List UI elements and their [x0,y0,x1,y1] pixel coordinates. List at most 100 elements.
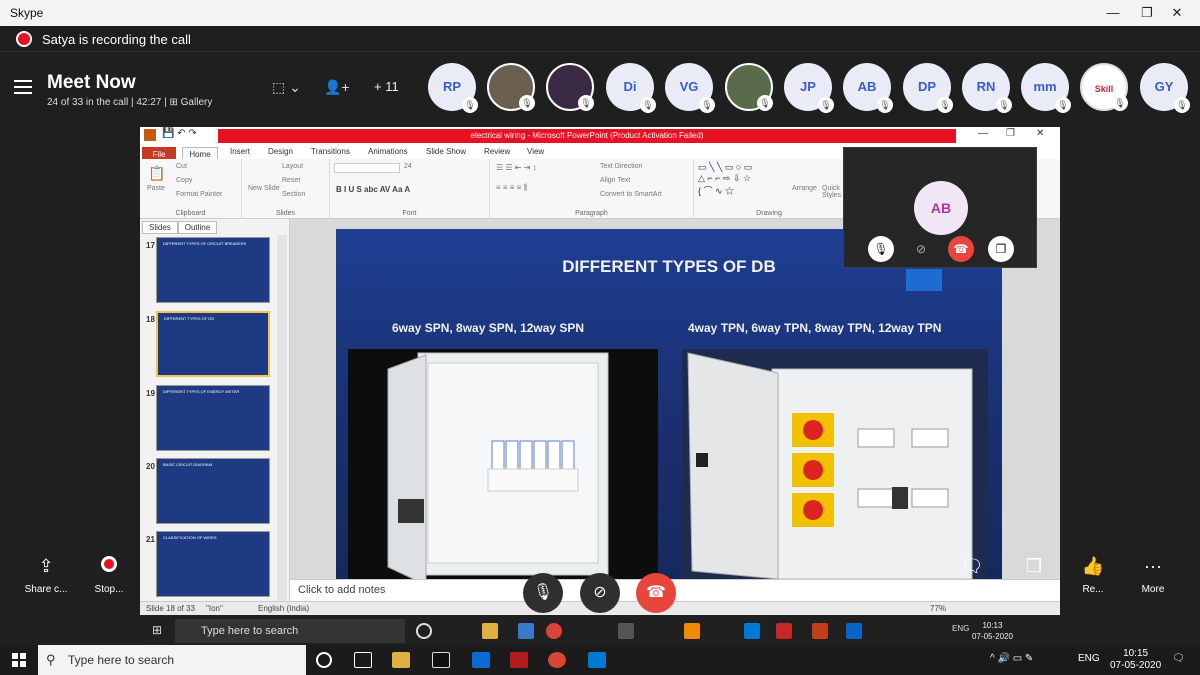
tab-animations[interactable]: Animations [368,147,408,156]
more-participants-button[interactable]: + 11 [374,79,399,94]
shapes-gallery-icon[interactable]: ▭ ╲ ╲ ▭ ○ ▭ △ ⌐ ⌐ ⇨ ⇩ ☆{ ⌒ ∿ ☆ [698,162,752,197]
slide-thumbnail[interactable]: CLASSIFICATION OF WIRES [156,531,270,597]
tab-slide-show[interactable]: Slide Show [426,147,466,156]
react-button[interactable]: 👍 Re... [1063,556,1123,595]
zoom-level[interactable]: 77% [930,604,946,613]
convert-smartart-button[interactable]: Convert to SmartArt [600,191,662,198]
section-button[interactable]: Section [282,191,305,198]
participant-avatar[interactable]: 🎙 [487,63,535,111]
chrome-icon[interactable] [548,652,566,668]
participant-avatar[interactable]: GY 🎙 [1140,63,1190,113]
copy-button[interactable]: Copy [176,177,192,184]
mic-icon[interactable]: 🎙 [868,236,894,262]
participant-avatar[interactable]: AB 🎙 [843,63,893,113]
close-button[interactable]: ✕ [1154,0,1200,26]
tab-view[interactable]: View [527,147,544,156]
task-view-icon[interactable] [354,652,372,668]
calculator-icon[interactable] [618,623,634,639]
cortana-icon[interactable] [316,652,332,668]
mute-button[interactable]: 🎙 [523,573,563,613]
participant-avatar[interactable]: mm 🎙 [1021,63,1071,113]
skype-taskbar-icon[interactable] [744,623,760,639]
tab-review[interactable]: Review [484,147,510,156]
popout-icon[interactable]: ❐ [988,236,1014,262]
quick-styles-button[interactable]: Quick Styles [822,185,844,199]
arrange-button[interactable]: Arrange [792,185,817,192]
powerpoint-taskbar-icon[interactable] [812,623,828,639]
participant-avatar[interactable]: RP 🎙 [428,63,478,113]
right-caption: 4way TPN, 6way TPN, 8way TPN, 12way TPN [688,321,942,335]
participant-avatar[interactable]: RN 🎙 [962,63,1012,113]
current-slide[interactable]: DIFFERENT TYPES OF DB 6way SPN, 8way SPN… [336,229,1002,589]
ppt-minimize-button[interactable]: — [978,128,988,139]
paste-icon[interactable]: 📋 [148,165,165,182]
file-explorer-icon[interactable] [482,623,498,639]
align-text-button[interactable]: Align Text [600,177,630,184]
participant-avatar[interactable]: 🎙 [725,63,773,111]
edge-icon[interactable] [846,623,862,639]
chrome-icon[interactable] [546,623,562,639]
add-participant-icon[interactable]: 👤+ [324,79,350,96]
share-screen-button[interactable]: ❐ Shar... [1004,556,1064,595]
format-painter-button[interactable]: Format Painter [176,191,222,198]
participant-avatar[interactable]: Skill 🎙 [1080,63,1128,111]
app-icon[interactable] [510,652,528,668]
participant-avatar[interactable]: VG 🎙 [665,63,715,113]
language-indicator[interactable]: ENG [1078,653,1100,664]
cortana-icon[interactable] [416,623,432,639]
slide-thumbnail[interactable]: DIFFERENT TYPES OF ENERGY METER [156,385,270,451]
layout-button[interactable]: Layout [282,163,303,170]
slide-thumbnail[interactable]: BASIC CIRCUIT DIAGRAM [156,458,270,524]
tab-insert[interactable]: Insert [230,147,250,156]
mail-icon[interactable] [472,652,490,668]
taskbar-clock[interactable]: 10:15 07-05-2020 [1110,648,1161,672]
save-icon[interactable]: 💾 ↶ ↷ [162,128,197,139]
participant-avatar[interactable]: JP 🎙 [784,63,834,113]
stop-recording-button[interactable]: Stop... [79,556,139,595]
cut-button[interactable]: Cut [176,163,187,170]
vlc-icon[interactable] [684,623,700,639]
slide-thumbnail-selected[interactable]: DIFFERENT TYPES OF DB [156,311,270,377]
taskbar-search-box[interactable]: Type here to search [38,645,306,675]
list-icons[interactable]: ☰ ☰ ⇤ ⇥ ↕ [496,163,537,172]
terminal-icon[interactable] [432,652,450,668]
participant-avatar[interactable]: DP 🎙 [903,63,953,113]
file-explorer-icon[interactable] [392,652,410,668]
hangup-icon[interactable]: ☎ [948,236,974,262]
skype-taskbar-icon[interactable] [588,652,606,668]
end-call-button[interactable]: ☎ [636,573,676,613]
more-button[interactable]: ··· More [1123,556,1183,595]
shared-search-box[interactable]: Type here to search [175,619,405,643]
start-icon[interactable]: ⊞ [152,623,162,637]
tab-outline[interactable]: Outline [177,221,218,234]
tab-design[interactable]: Design [268,147,293,156]
ppt-maximize-button[interactable]: ❐ [1006,128,1015,139]
video-off-icon[interactable]: ⊘ [908,236,934,262]
start-icon[interactable] [12,653,26,667]
paste-button[interactable]: Paste [147,185,165,192]
video-button[interactable]: ⊘ [580,573,620,613]
tab-slides[interactable]: Slides [142,221,178,234]
chat-button[interactable]: 🗨 Chat [942,556,1002,595]
tab-transitions[interactable]: Transitions [311,147,350,156]
font-size-field[interactable]: 24 [404,163,412,170]
thumbnail-scrollbar[interactable] [277,235,287,605]
share-content-button[interactable]: ⇪ Share c... [16,556,76,595]
reset-button[interactable]: Reset [282,177,300,184]
participant-avatar[interactable]: Di 🎙 [606,63,656,113]
text-direction-button[interactable]: Text Direction [600,163,642,170]
align-icons[interactable]: ≡ ≡ ≡ ≡ ⫼ [496,183,527,193]
notification-icon[interactable]: 🗨 [1172,653,1185,664]
slide-thumbnail[interactable]: DIFFERENT TYPES OF CIRCUIT BREAKERS [156,237,270,303]
font-format-icons[interactable]: B I U S abc AV Aa A [336,185,410,194]
acrobat-icon[interactable] [776,623,792,639]
font-name-field[interactable] [334,163,400,173]
call-subtitle[interactable]: 24 of 33 in the call | 42:27 | ⊞ Gallery [47,97,212,108]
participant-avatar[interactable]: 🎙 [546,63,594,111]
layout-icon[interactable]: ⬚ ⌄ [272,79,301,96]
ppt-close-button[interactable]: ✕ [1036,128,1044,139]
menu-icon[interactable] [14,80,32,94]
new-slide-button[interactable]: New Slide [248,185,280,192]
tray-icons[interactable]: ^ 🔊 ▭ ✎ [990,653,1033,664]
store-icon[interactable] [518,623,534,639]
